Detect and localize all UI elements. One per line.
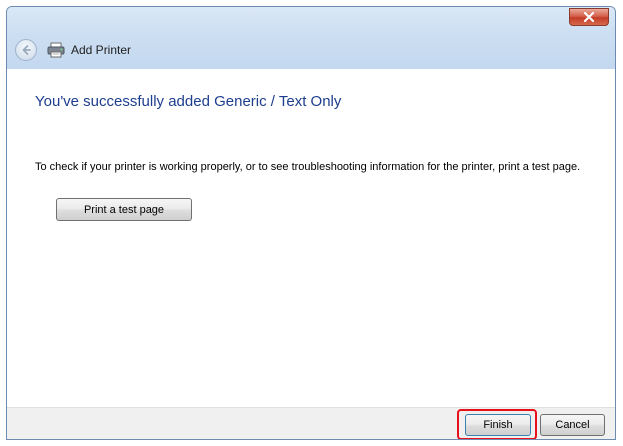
title-bar: Add Printer bbox=[7, 7, 615, 70]
finish-button[interactable]: Finish bbox=[465, 414, 531, 436]
add-printer-window: Add Printer You've successfully added Ge… bbox=[6, 6, 616, 440]
back-arrow-icon bbox=[22, 45, 31, 55]
close-button[interactable] bbox=[569, 8, 609, 26]
wizard-footer: Finish Cancel bbox=[7, 407, 615, 439]
close-x-icon bbox=[583, 12, 595, 22]
wizard-content: You've successfully added Generic / Text… bbox=[7, 69, 615, 407]
print-test-page-button[interactable]: Print a test page bbox=[56, 198, 192, 221]
cancel-button[interactable]: Cancel bbox=[540, 414, 605, 436]
instructions-text: To check if your printer is working prop… bbox=[35, 161, 581, 173]
printer-icon bbox=[47, 42, 65, 58]
back-button[interactable] bbox=[15, 39, 37, 61]
success-heading: You've successfully added Generic / Text… bbox=[35, 93, 342, 110]
nav-row: Add Printer bbox=[15, 37, 131, 63]
window-title: Add Printer bbox=[71, 43, 132, 57]
